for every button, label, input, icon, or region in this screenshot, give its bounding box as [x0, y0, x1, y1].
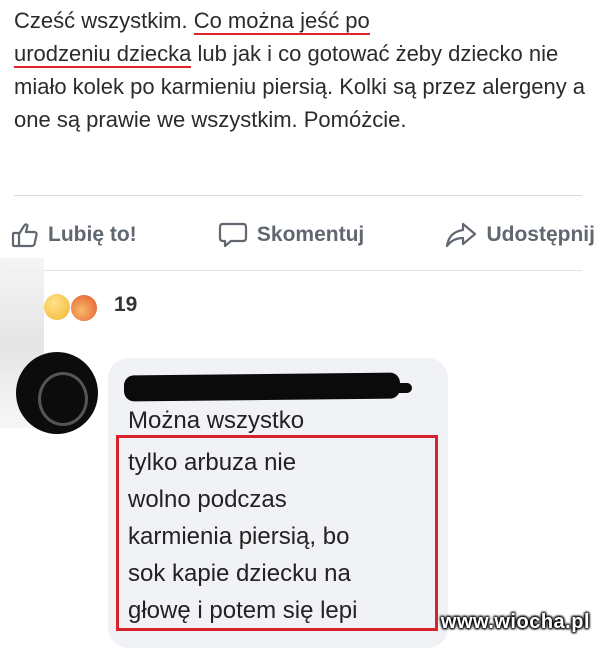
- post-text-underlined-1: Co można jeść po: [193, 8, 370, 35]
- speech-bubble-icon: [217, 220, 249, 250]
- post-text-part1: Cześć wszystkim.: [14, 8, 194, 33]
- divider: [14, 270, 582, 271]
- redacted-mark: [376, 383, 412, 393]
- post-actions-bar: Lubię to! Skomentuj Udostępnij: [10, 215, 595, 255]
- comment-line: sok kapie dziecku na: [128, 560, 351, 587]
- post-text: Cześć wszystkim. Co można jeść po urodze…: [14, 4, 589, 136]
- angry-reaction-icon: [70, 294, 98, 322]
- like-label: Lubię to!: [48, 223, 137, 246]
- comment-button[interactable]: Skomentuj: [217, 220, 364, 250]
- comment-text-first-line: Można wszystko: [128, 407, 305, 434]
- sad-reaction-icon: [44, 294, 70, 320]
- watermark: www.wiocha.pl: [440, 611, 590, 633]
- comment-line: tylko arbuza nie: [128, 449, 297, 476]
- reaction-count: 19: [114, 293, 138, 316]
- comment-text-highlighted: tylko arbuza nie wolno podczas karmienia…: [128, 444, 438, 629]
- comment-line: karmienia piersią, bo: [128, 523, 350, 550]
- comment-label: Skomentuj: [256, 223, 365, 246]
- comment-line: głowę i potem się lepi: [128, 597, 358, 624]
- share-arrow-icon: [444, 220, 478, 250]
- divider: [14, 195, 582, 196]
- reactions-summary[interactable]: 19: [0, 288, 160, 328]
- comment-line: wolno podczas: [128, 486, 287, 513]
- like-button[interactable]: Lubię to!: [10, 220, 137, 250]
- share-button[interactable]: Udostępnij: [444, 220, 595, 250]
- post-text-underlined-2: urodzeniu dziecka: [14, 41, 192, 68]
- avatar-shape: [38, 372, 88, 426]
- avatar[interactable]: [16, 352, 98, 434]
- share-label: Udostępnij: [486, 223, 595, 246]
- thumbs-up-icon: [10, 220, 40, 250]
- redacted-author-name: [123, 372, 401, 402]
